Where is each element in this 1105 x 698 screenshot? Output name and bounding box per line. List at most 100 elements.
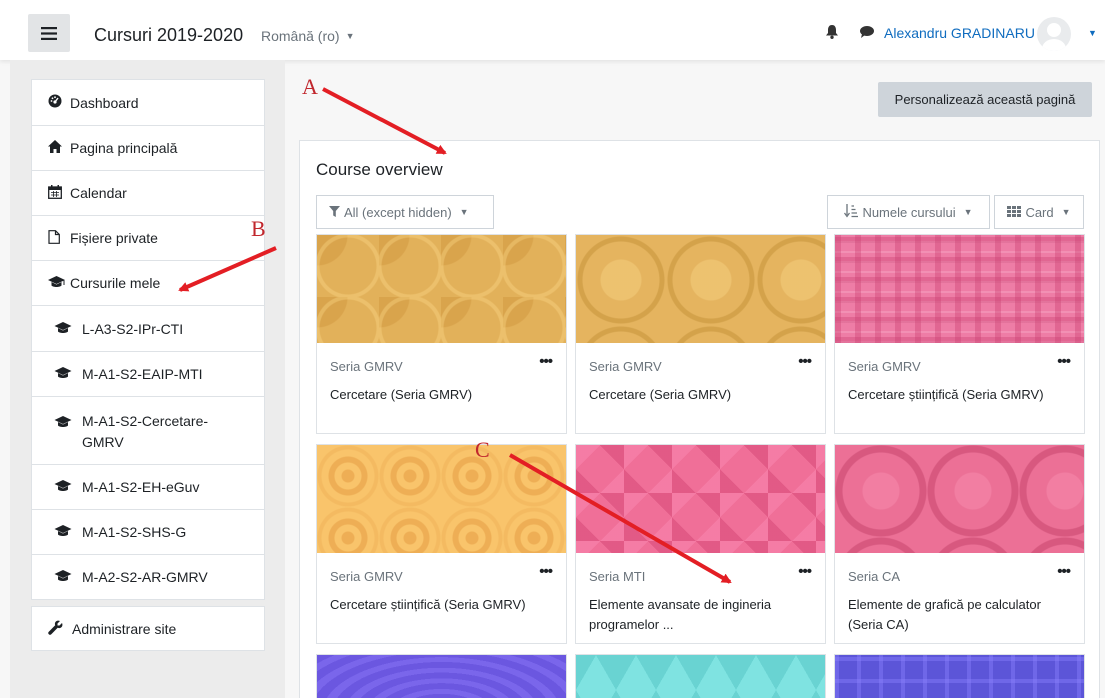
sidebar-course-item[interactable]: L-A3-S2-IPr-CTI bbox=[32, 305, 264, 351]
sort-icon bbox=[844, 203, 859, 221]
course-image[interactable] bbox=[835, 235, 1084, 343]
more-icon[interactable]: ••• bbox=[539, 563, 553, 580]
nav-item-my-courses[interactable]: Cursurile mele bbox=[32, 260, 264, 305]
course-name[interactable]: Cercetare științifică (Seria GMRV) bbox=[848, 385, 1068, 405]
course-label: M-A1-S2-Cercetare-GMRV bbox=[82, 413, 209, 450]
course-card[interactable]: Seria GMRV ••• Cercetare științifică (Se… bbox=[834, 234, 1085, 434]
language-menu[interactable]: Română (ro) ▼ bbox=[261, 28, 355, 44]
course-card[interactable] bbox=[316, 654, 567, 698]
file-icon bbox=[48, 229, 70, 247]
course-name[interactable]: Elemente avansate de ingineria programel… bbox=[589, 595, 809, 635]
user-name[interactable]: Alexandru GRADINARU bbox=[884, 25, 1035, 41]
graduation-cap-icon bbox=[48, 275, 70, 291]
hamburger-icon[interactable] bbox=[28, 14, 70, 52]
bell-icon[interactable] bbox=[826, 25, 838, 42]
block-title: Course overview bbox=[316, 160, 443, 179]
course-label: M-A2-S2-AR-GMRV bbox=[82, 569, 208, 585]
navigation-block: Dashboard Pagina principală Calendar Fiș… bbox=[31, 79, 265, 600]
course-image[interactable] bbox=[576, 655, 825, 698]
chevron-down-icon: ▼ bbox=[963, 207, 973, 217]
course-image[interactable] bbox=[317, 445, 566, 553]
course-category: Seria CA bbox=[848, 569, 901, 584]
admin-label: Administrare site bbox=[72, 620, 177, 637]
course-name[interactable]: Elemente de grafică pe calculator (Seria… bbox=[848, 595, 1068, 635]
sidebar-course-item[interactable]: M-A1-S2-SHS-G bbox=[32, 509, 264, 554]
chevron-down-icon: ▼ bbox=[1061, 207, 1071, 217]
course-name[interactable]: Cercetare științifică (Seria GMRV) bbox=[330, 595, 550, 615]
home-icon bbox=[48, 140, 70, 156]
graduation-cap-icon bbox=[54, 479, 82, 495]
nav-item-site-administration[interactable]: Administrare site bbox=[31, 606, 265, 651]
nav-item-calendar[interactable]: Calendar bbox=[32, 170, 264, 215]
course-category: Seria GMRV bbox=[848, 359, 921, 374]
course-label: L-A3-S2-IPr-CTI bbox=[82, 320, 184, 337]
calendar-icon bbox=[48, 184, 70, 202]
annotation-label-a: A bbox=[302, 74, 318, 99]
sidebar-course-item[interactable]: M-A1-S2-EAIP-MTI bbox=[32, 351, 264, 396]
sidebar-course-item[interactable]: M-A1-S2-Cercetare-GMRV bbox=[32, 396, 264, 464]
nav-item-label: Calendar bbox=[70, 185, 127, 201]
course-card[interactable]: Seria GMRV ••• Cercetare (Seria GMRV) bbox=[316, 234, 567, 434]
chevron-down-icon: ▼ bbox=[459, 207, 469, 217]
sort-label: Numele cursului bbox=[862, 204, 956, 220]
course-card[interactable]: Seria MTI ••• Elemente avansate de ingin… bbox=[575, 444, 826, 644]
course-image[interactable] bbox=[576, 235, 825, 343]
graduation-cap-icon bbox=[54, 366, 82, 382]
view-label: Card bbox=[1025, 204, 1054, 220]
nav-item-private-files[interactable]: Fișiere private bbox=[32, 215, 264, 260]
course-category: Seria MTI bbox=[589, 569, 646, 584]
course-image[interactable] bbox=[317, 655, 566, 698]
filter-dropdown[interactable]: All (except hidden) ▼ bbox=[316, 195, 494, 229]
course-image[interactable] bbox=[835, 655, 1084, 698]
course-name[interactable]: Cercetare (Seria GMRV) bbox=[330, 385, 550, 405]
top-navbar: Cursuri 2019-2020 Română (ro) ▼ Alexandru… bbox=[0, 0, 1105, 60]
course-label: M-A1-S2-EH-eGuv bbox=[82, 479, 200, 495]
course-image[interactable] bbox=[835, 445, 1084, 553]
filter-label: All (except hidden) bbox=[344, 204, 452, 220]
avatar[interactable] bbox=[1037, 17, 1071, 51]
chevron-down-icon[interactable]: ▼ bbox=[1088, 28, 1097, 38]
course-label: M-A1-S2-SHS-G bbox=[82, 524, 187, 540]
course-image[interactable] bbox=[317, 235, 566, 343]
course-card[interactable]: Seria GMRV ••• Cercetare (Seria GMRV) bbox=[575, 234, 826, 434]
more-icon[interactable]: ••• bbox=[798, 563, 812, 580]
sidebar-course-item[interactable]: M-A2-S2-AR-GMRV bbox=[32, 554, 264, 599]
filter-icon bbox=[329, 205, 340, 220]
course-category: Seria GMRV bbox=[330, 569, 403, 584]
nav-item-label: Cursurile mele bbox=[70, 275, 161, 291]
view-dropdown[interactable]: Card ▼ bbox=[994, 195, 1084, 229]
course-category: Seria GMRV bbox=[330, 359, 403, 374]
chat-icon[interactable] bbox=[860, 25, 874, 41]
customize-page-button[interactable]: Personalizează această pagină bbox=[878, 82, 1092, 117]
nav-item-label: Dashboard bbox=[70, 94, 139, 111]
course-card[interactable] bbox=[575, 654, 826, 698]
site-name[interactable]: Cursuri 2019-2020 bbox=[94, 25, 243, 46]
chevron-down-icon: ▼ bbox=[345, 31, 355, 41]
nav-item-label: Pagina principală bbox=[70, 140, 178, 156]
annotation-label-c: C bbox=[475, 437, 490, 462]
course-card[interactable]: Seria CA ••• Elemente de grafică pe calc… bbox=[834, 444, 1085, 644]
dashboard-icon bbox=[48, 94, 70, 111]
graduation-cap-icon bbox=[54, 321, 82, 337]
course-card[interactable]: Seria GMRV ••• Cercetare științifică (Se… bbox=[316, 444, 567, 644]
sidebar-course-item[interactable]: M-A1-S2-EH-eGuv bbox=[32, 464, 264, 509]
more-icon[interactable]: ••• bbox=[539, 353, 553, 370]
graduation-cap-icon bbox=[54, 411, 82, 434]
nav-item-label: Fișiere private bbox=[70, 230, 158, 246]
course-category: Seria GMRV bbox=[589, 359, 662, 374]
language-label: Română (ro) bbox=[261, 28, 340, 44]
more-icon[interactable]: ••• bbox=[1057, 563, 1071, 580]
course-name[interactable]: Cercetare (Seria GMRV) bbox=[589, 385, 809, 405]
nav-item-dashboard[interactable]: Dashboard bbox=[32, 80, 264, 125]
more-icon[interactable]: ••• bbox=[1057, 353, 1071, 370]
nav-item-home[interactable]: Pagina principală bbox=[32, 125, 264, 170]
grid-icon bbox=[1007, 205, 1022, 220]
course-label: M-A1-S2-EAIP-MTI bbox=[82, 366, 203, 382]
graduation-cap-icon bbox=[54, 524, 82, 540]
course-image[interactable] bbox=[576, 445, 825, 553]
course-card[interactable] bbox=[834, 654, 1085, 698]
sort-dropdown[interactable]: Numele cursului ▼ bbox=[827, 195, 990, 229]
annotation-label-b: B bbox=[251, 216, 266, 241]
wrench-icon bbox=[48, 620, 72, 638]
more-icon[interactable]: ••• bbox=[798, 353, 812, 370]
